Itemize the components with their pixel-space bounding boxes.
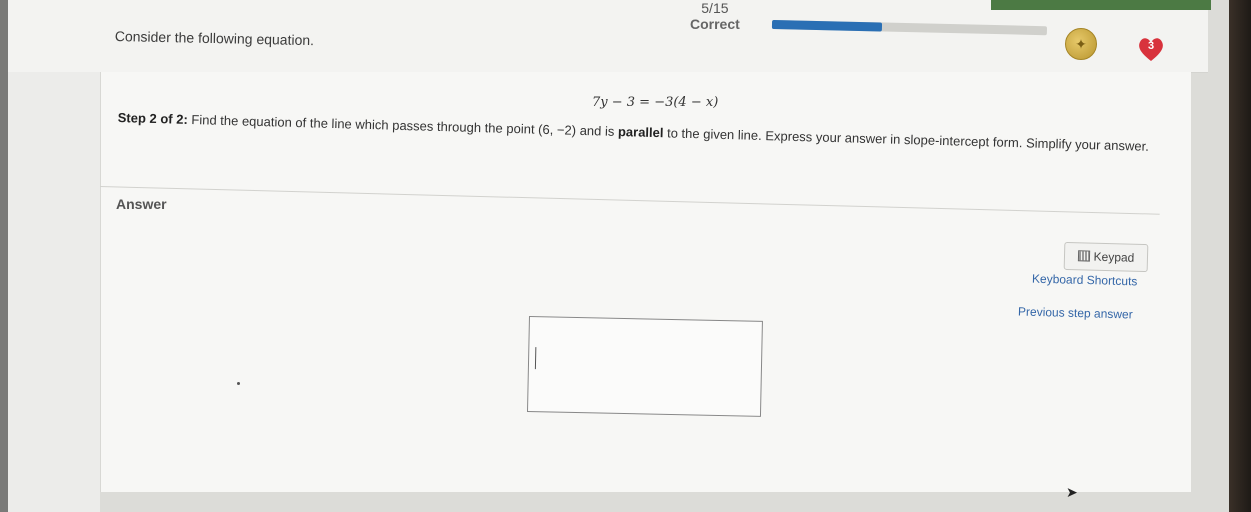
keypad-icon [1077,250,1090,262]
keypad-button[interactable]: Keypad [1063,241,1149,273]
coin-icon[interactable]: ✦ [1065,28,1097,60]
top-accent-bar [991,0,1211,10]
given-equation: 7y − 3 = −3(4 − x) [592,95,719,110]
keyboard-shortcuts-link[interactable]: Keyboard Shortcuts [1032,272,1138,289]
left-sidebar [8,72,100,512]
score-display: 5/15 Correct [690,0,740,32]
step-text-bold: parallel [617,123,664,141]
score-fraction: 5/15 [701,0,729,16]
answer-input[interactable] [532,321,758,412]
mouse-cursor-icon: ➤ [1066,484,1078,500]
answer-input-box[interactable] [526,316,763,417]
monitor-bezel-right [1229,0,1251,512]
stray-mark [237,382,240,385]
monitor-bezel-left [0,0,8,512]
previous-step-answer-link[interactable]: Previous step answer [1018,305,1133,322]
keypad-label: Keypad [1093,249,1135,265]
score-label: Correct [690,16,740,32]
step-prefix: Step 2 of 2: [117,109,188,127]
lives-count: 3 [1147,40,1155,52]
answer-label: Answer [116,196,167,212]
